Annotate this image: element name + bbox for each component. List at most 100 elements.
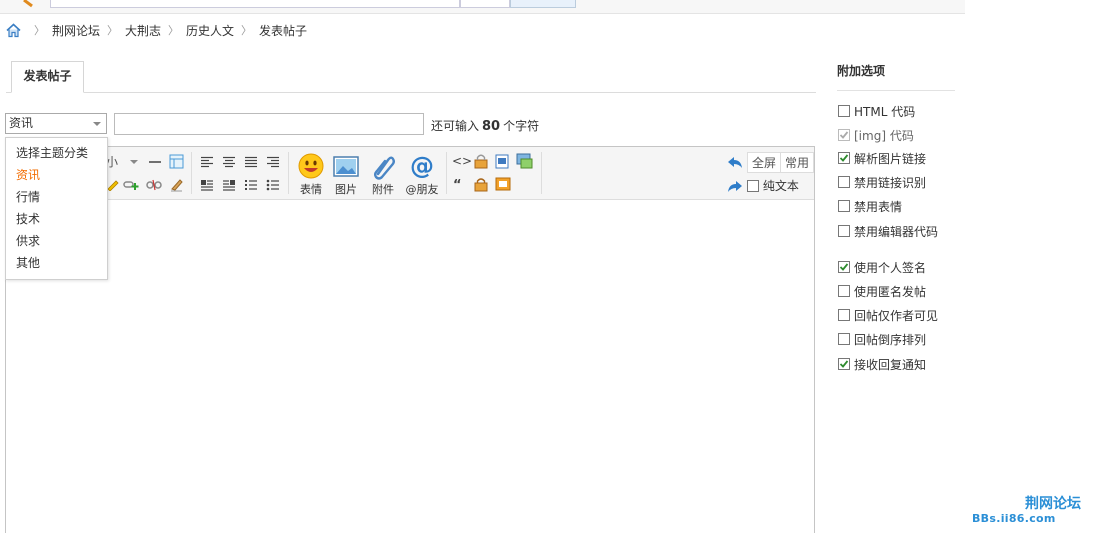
- link-add-icon[interactable]: [123, 179, 140, 191]
- option-row[interactable]: 回帖仅作者可见: [838, 307, 938, 323]
- option-checkbox[interactable]: [838, 200, 850, 212]
- float-left-icon[interactable]: [200, 179, 214, 191]
- tab-new-post[interactable]: 发表帖子: [11, 61, 84, 93]
- search-button[interactable]: [510, 0, 576, 8]
- option-checkbox[interactable]: [838, 358, 850, 370]
- option-row[interactable]: 回帖倒序排列: [838, 331, 926, 347]
- breadcrumb-forum[interactable]: 荆网论坛: [52, 22, 100, 39]
- option-checkbox[interactable]: [838, 176, 850, 188]
- option-checkbox[interactable]: [838, 285, 850, 297]
- chevron-down-icon: [93, 122, 101, 126]
- option-row[interactable]: 禁用链接识别: [838, 174, 926, 190]
- category-option[interactable]: 选择主题分类: [16, 144, 88, 161]
- unordered-list-icon[interactable]: [266, 179, 280, 191]
- category-selected-value: 资讯: [9, 116, 34, 130]
- image-icon: [333, 156, 359, 177]
- emoji-button[interactable]: 表情: [293, 153, 329, 197]
- category-option[interactable]: 其他: [16, 254, 40, 271]
- option-label: [img] 代码: [854, 128, 914, 143]
- subject-input[interactable]: [114, 113, 424, 135]
- attachment-label: 附件: [372, 183, 394, 196]
- eraser-icon[interactable]: [169, 177, 184, 192]
- editor-content-area[interactable]: [6, 200, 814, 533]
- breadcrumb-subboard[interactable]: 历史人文: [186, 22, 234, 39]
- option-checkbox[interactable]: [838, 261, 850, 273]
- quote-icon[interactable]: “: [453, 178, 462, 193]
- redo-icon[interactable]: [727, 179, 743, 193]
- code-icon[interactable]: <>: [452, 154, 472, 168]
- media-icon[interactable]: [516, 153, 533, 169]
- option-row[interactable]: 禁用表情: [838, 198, 902, 214]
- hide-lock-icon[interactable]: [473, 177, 489, 192]
- tab-divider: [6, 92, 816, 93]
- ordered-list-icon[interactable]: [244, 179, 258, 191]
- font-size-select[interactable]: 小: [106, 153, 138, 170]
- plaintext-toggle[interactable]: 纯文本: [747, 177, 799, 194]
- option-label: 使用个人签名: [854, 260, 927, 275]
- free-lock-icon[interactable]: [473, 153, 489, 169]
- checkmark-icon: [839, 154, 849, 162]
- search-type-select[interactable]: [460, 0, 510, 8]
- option-row[interactable]: 接收回复通知: [838, 356, 926, 372]
- option-row[interactable]: 使用匿名发帖: [838, 283, 926, 299]
- align-left-icon[interactable]: [200, 156, 214, 168]
- toolbar-divider: [541, 152, 542, 194]
- category-option[interactable]: 技术: [16, 210, 40, 227]
- common-mode-button[interactable]: 常用: [780, 152, 814, 173]
- char-count-value: 80: [482, 119, 501, 134]
- char-count-suffix: 个字符: [503, 119, 540, 133]
- toolbar-divider: [446, 152, 447, 194]
- search-input[interactable]: [50, 0, 460, 8]
- home-icon[interactable]: [6, 22, 21, 38]
- horizontal-rule-icon[interactable]: [148, 156, 162, 168]
- breadcrumb-board[interactable]: 大荆志: [125, 22, 161, 39]
- option-row: [img] 代码: [838, 127, 914, 143]
- align-center-icon[interactable]: [222, 156, 236, 168]
- undo-icon[interactable]: [727, 155, 743, 169]
- flash-icon[interactable]: [495, 177, 511, 191]
- word-doc-icon[interactable]: [495, 154, 510, 169]
- plaintext-checkbox[interactable]: [747, 180, 759, 192]
- option-row[interactable]: 解析图片链接: [838, 150, 926, 166]
- option-label: 接收回复通知: [854, 357, 927, 372]
- unlink-icon[interactable]: [146, 179, 162, 191]
- option-checkbox[interactable]: [838, 152, 850, 164]
- option-row[interactable]: HTML 代码: [838, 103, 915, 119]
- align-right-icon[interactable]: [266, 156, 280, 168]
- category-option[interactable]: 供求: [16, 232, 40, 249]
- checkmark-icon: [839, 263, 849, 271]
- editor-toolbar: 小 表情 图片 附件 @ @朋友 <> “ 全屏 常用 纯文本: [6, 147, 814, 200]
- option-checkbox[interactable]: [838, 105, 850, 117]
- option-row[interactable]: 禁用编辑器代码: [838, 223, 938, 239]
- toolbar-divider: [288, 152, 289, 194]
- option-label: 禁用表情: [854, 199, 903, 214]
- category-select[interactable]: 资讯: [5, 113, 107, 134]
- category-option[interactable]: 行情: [16, 188, 40, 205]
- option-checkbox[interactable]: [838, 225, 850, 237]
- extra-options-title: 附加选项: [837, 64, 886, 78]
- mention-button[interactable]: @ @朋友: [402, 153, 442, 197]
- float-right-icon[interactable]: [222, 179, 236, 191]
- option-checkbox[interactable]: [838, 309, 850, 321]
- image-label: 图片: [335, 183, 357, 196]
- at-sign-icon: @: [410, 153, 434, 179]
- pencil-icon[interactable]: [106, 179, 120, 192]
- attachment-button[interactable]: 附件: [365, 153, 401, 197]
- checkmark-icon: [839, 131, 849, 139]
- search-icon[interactable]: [22, 0, 42, 8]
- breadcrumb-separator: 〉: [107, 24, 119, 37]
- image-button[interactable]: 图片: [328, 153, 364, 197]
- option-label: 回帖倒序排列: [854, 332, 927, 347]
- watermark-url: BBs.ii86.com: [972, 512, 1056, 525]
- option-row[interactable]: 使用个人签名: [838, 259, 926, 275]
- option-label: 回帖仅作者可见: [854, 308, 939, 323]
- option-checkbox[interactable]: [838, 333, 850, 345]
- table-icon[interactable]: [169, 154, 184, 169]
- checkmark-icon: [839, 360, 849, 368]
- char-count: 还可输入 80 个字符: [431, 117, 539, 134]
- breadcrumb-separator: 〉: [168, 24, 180, 37]
- align-justify-icon[interactable]: [244, 156, 258, 168]
- fullscreen-button[interactable]: 全屏: [747, 152, 782, 173]
- top-search-bar: [0, 0, 965, 14]
- category-option-selected[interactable]: 资讯: [16, 166, 40, 183]
